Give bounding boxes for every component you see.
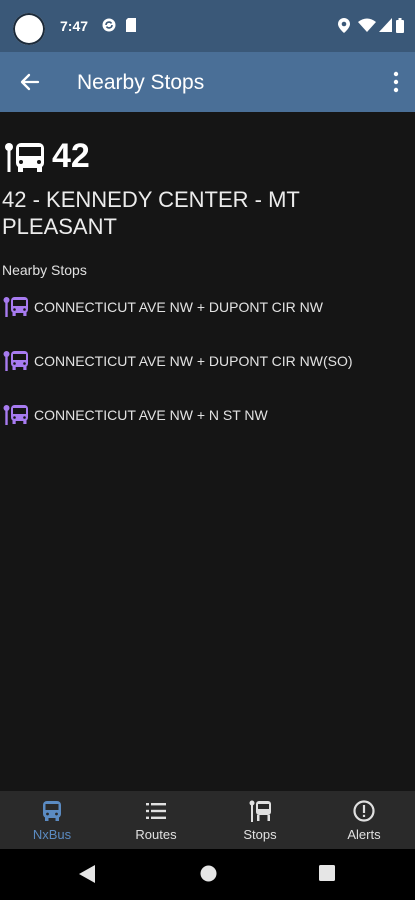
bus-stop-icon bbox=[3, 351, 28, 371]
stop-name: CONNECTICUT AVE NW + DUPONT CIR NW(SO) bbox=[34, 353, 353, 369]
section-label: Nearby Stops bbox=[2, 262, 87, 278]
nav-label: Stops bbox=[243, 827, 277, 842]
nav-label: NxBus bbox=[32, 827, 72, 842]
route-number: 42 bbox=[52, 137, 90, 175]
nav-item-routes[interactable]: Routes bbox=[104, 791, 208, 849]
nav-item-alerts[interactable]: Alerts bbox=[312, 791, 415, 849]
page-title: Nearby Stops bbox=[77, 71, 205, 94]
back-arrow-icon[interactable] bbox=[16, 68, 44, 96]
battery-icon bbox=[396, 18, 404, 33]
system-recents-icon[interactable] bbox=[319, 865, 335, 881]
stop-name: CONNECTICUT AVE NW + DUPONT CIR NW bbox=[34, 299, 323, 315]
status-bar: 7:47 bbox=[0, 0, 415, 52]
sim-card-icon bbox=[126, 18, 136, 32]
nav-item-nxbus[interactable]: NxBus bbox=[0, 791, 104, 849]
stop-name: CONNECTICUT AVE NW + N ST NW bbox=[34, 407, 268, 423]
bus-stop-icon bbox=[3, 405, 28, 425]
bus-icon bbox=[43, 801, 61, 821]
bus-stop-icon bbox=[5, 143, 44, 172]
system-back-icon[interactable] bbox=[79, 865, 95, 883]
nav-item-stops[interactable]: Stops bbox=[208, 791, 312, 849]
camera-cutout bbox=[13, 13, 45, 45]
signal-icon bbox=[379, 18, 392, 32]
alert-icon bbox=[353, 800, 375, 822]
nav-label: Routes bbox=[135, 827, 177, 842]
list-icon bbox=[146, 803, 166, 819]
status-time: 7:47 bbox=[60, 18, 89, 34]
sync-icon bbox=[102, 18, 116, 32]
list-item[interactable]: CONNECTICUT AVE NW + N ST NW bbox=[0, 398, 415, 432]
nav-label: Alerts bbox=[347, 827, 381, 842]
system-home-icon[interactable] bbox=[200, 865, 217, 882]
system-nav-bar bbox=[0, 849, 415, 900]
bus-stop-icon bbox=[3, 297, 28, 317]
bus-stop-icon bbox=[249, 800, 271, 822]
list-item[interactable]: CONNECTICUT AVE NW + DUPONT CIR NW bbox=[0, 290, 415, 324]
wifi-icon bbox=[358, 18, 376, 32]
location-icon bbox=[338, 18, 350, 33]
route-name: 42 - KENNEDY CENTER - MT PLEASANT bbox=[2, 187, 300, 239]
overflow-menu-icon[interactable] bbox=[391, 70, 401, 94]
bottom-nav: NxBus Routes Stops Alerts bbox=[0, 791, 415, 849]
app-bar: Nearby Stops bbox=[0, 52, 415, 112]
list-item[interactable]: CONNECTICUT AVE NW + DUPONT CIR NW(SO) bbox=[0, 344, 415, 378]
